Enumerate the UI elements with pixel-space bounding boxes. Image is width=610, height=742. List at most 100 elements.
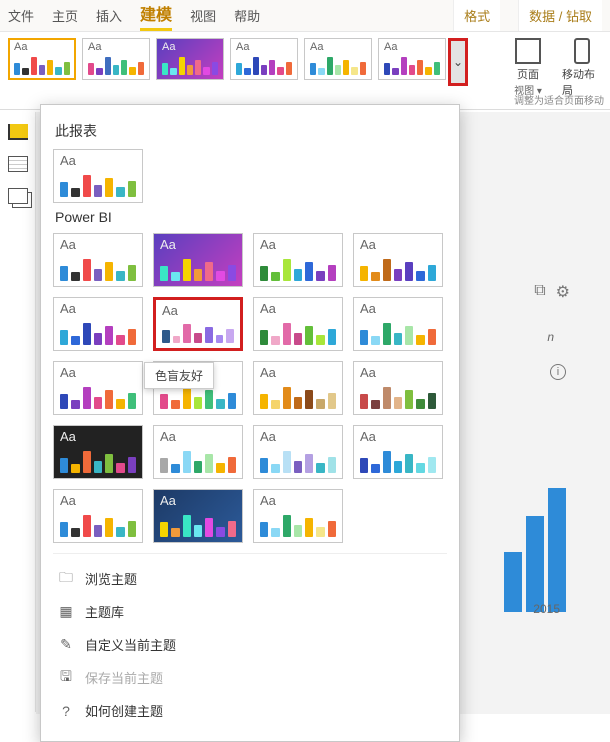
ribbon-tabs: 文件 主页 插入 建模 视图 帮助 格式 数据 / 钻取 [0,0,610,32]
theme-sample-text: Aa [360,237,376,252]
theme-thumbnail[interactable]: Aa [304,38,372,80]
theme-sample-text: Aa [360,429,376,444]
theme-bars [162,322,234,343]
theme-bars [260,320,336,345]
visual-settings-icon[interactable]: ⚙ [556,282,570,302]
theme-sample-text: Aa [60,153,76,168]
theme-thumbnail[interactable]: Aa [53,489,143,543]
theme-thumbnail[interactable]: Aa [153,297,243,351]
menu-browse-themes[interactable]: 🗀 浏览主题 [53,562,447,595]
theme-thumbnail[interactable]: Aa [253,425,343,479]
theme-thumbnail[interactable]: Aa [153,425,243,479]
nav-data-icon[interactable] [8,156,28,172]
section-this-report: 此报表 [55,121,445,141]
theme-bars [162,55,218,75]
tab-format[interactable]: 格式 [453,0,500,31]
folder-icon: 🗀 [57,570,75,588]
theme-thumbnail[interactable]: Aa [378,38,446,80]
theme-thumbnail[interactable]: Aa [53,149,143,203]
theme-sample-text: Aa [160,237,176,252]
nav-model-icon[interactable] [8,188,28,204]
theme-dropdown-panel: 此报表 Aa Power BI AaAaAaAaAaAaAaAaAaAaAaAa… [40,104,460,742]
tab-help[interactable]: 帮助 [234,6,260,31]
theme-dropdown-button[interactable]: ⌄ [448,38,468,86]
fit-label: 调整为适合页面移动 [514,92,604,107]
save-icon: 🖫 [57,669,75,687]
theme-sample-text: Aa [384,41,397,53]
theme-thumbnail[interactable]: Aa [8,38,76,80]
theme-sample-text: Aa [310,41,323,53]
menu-gallery-label: 主题库 [85,602,124,621]
menu-save-theme: 🖫 保存当前主题 [53,661,447,694]
theme-thumbnail[interactable]: Aa [253,297,343,351]
theme-gallery-strip: Aa Aa Aa Aa Aa Aa [8,38,446,80]
mobile-icon [574,38,590,64]
theme-bars [360,384,436,409]
theme-thumbnail[interactable]: Aa [53,233,143,287]
theme-sample-text: Aa [360,301,376,316]
ribbon-right-group: 页面 视图 ▾ 移动布局 [508,38,602,98]
theme-bars [310,55,366,75]
theme-bars [60,172,136,197]
theme-thumbnail[interactable]: Aa [230,38,298,80]
theme-thumbnail[interactable]: Aa [353,425,443,479]
theme-bars [160,512,236,537]
theme-thumbnail[interactable]: Aa [53,297,143,351]
theme-sample-text: Aa [360,365,376,380]
theme-sample-text: Aa [60,493,76,508]
theme-bars [60,512,136,537]
help-icon: ? [57,702,75,720]
mobile-layout-button[interactable]: 移动布局 [562,38,602,98]
theme-bars [260,448,336,473]
visual-copy-icon[interactable]: ⧉ [534,282,545,302]
peek-n-label: n [547,330,554,344]
tab-insert[interactable]: 插入 [96,6,122,31]
theme-thumbnail[interactable]: Aa [253,489,343,543]
theme-sample-text: Aa [162,41,175,53]
theme-thumbnail[interactable]: Aa [153,489,243,543]
theme-thumbnail[interactable]: Aa [353,361,443,415]
theme-thumbnail[interactable]: Aa [253,233,343,287]
theme-sample-text: Aa [236,41,249,53]
theme-thumbnail[interactable]: Aa [82,38,150,80]
tab-view[interactable]: 视图 [190,6,216,31]
theme-sample-text: Aa [14,41,27,53]
theme-sample-text: Aa [260,493,276,508]
theme-bars [260,512,336,537]
theme-sample-text: Aa [260,237,276,252]
theme-bars [360,448,436,473]
menu-theme-gallery[interactable]: ▦ 主题库 [53,595,447,628]
theme-bars [160,448,236,473]
theme-thumbnail[interactable]: Aa [253,361,343,415]
menu-customize-theme[interactable]: ✎ 自定义当前主题 [53,628,447,661]
tab-modeling[interactable]: 建模 [140,1,172,31]
menu-customize-label: 自定义当前主题 [85,635,176,654]
menu-how-to-create[interactable]: ? 如何创建主题 [53,694,447,727]
nav-report-icon[interactable] [8,124,28,140]
menu-how-label: 如何创建主题 [85,701,163,720]
tab-home[interactable]: 主页 [52,6,78,31]
theme-bars [360,320,436,345]
theme-bars [60,384,136,409]
theme-bars [260,256,336,281]
theme-thumbnail[interactable]: Aa [53,425,143,479]
gallery-icon: ▦ [57,603,75,621]
theme-thumbnail[interactable]: Aa [353,233,443,287]
theme-thumbnail[interactable]: Aa [153,233,243,287]
theme-thumbnail[interactable]: Aa [156,38,224,80]
theme-sample-text: Aa [60,301,76,316]
theme-bars [360,256,436,281]
theme-thumbnail[interactable]: Aa [53,361,143,415]
page-label: 页面 [517,66,539,82]
theme-bars [260,384,336,409]
tab-file[interactable]: 文件 [8,6,34,31]
page-view-button[interactable]: 页面 视图 ▾ [508,38,548,97]
theme-sample-text: Aa [160,429,176,444]
theme-sample-text: Aa [260,365,276,380]
theme-sample-text: Aa [260,429,276,444]
theme-tooltip: 色盲友好 [144,362,214,389]
tab-data-drill[interactable]: 数据 / 钻取 [518,0,602,31]
menu-save-label: 保存当前主题 [85,668,163,687]
theme-thumbnail[interactable]: Aa [353,297,443,351]
page-icon [515,38,541,64]
